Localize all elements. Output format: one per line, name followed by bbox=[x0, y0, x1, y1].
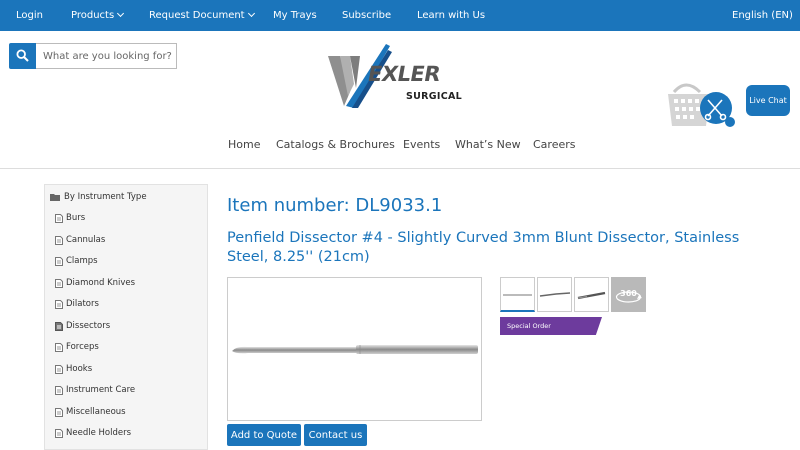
thumbnail-instrument-image bbox=[503, 294, 532, 296]
thumbnail-instrument-image bbox=[539, 292, 571, 297]
sidebar-item-instrument-care[interactable]: Instrument Care bbox=[45, 382, 209, 400]
top-bar: Login Products Request Document My Trays… bbox=[0, 0, 800, 31]
my-trays-link[interactable]: My Trays bbox=[273, 0, 317, 31]
sidebar-item-clamps[interactable]: Clamps bbox=[45, 253, 209, 271]
thumbnail-instrument-image bbox=[577, 291, 606, 300]
sidebar-item-dilators[interactable]: Dilators bbox=[45, 296, 209, 314]
sidebar-item-label: Diamond Knives bbox=[66, 277, 136, 288]
sidebar-header[interactable]: By Instrument Type bbox=[45, 185, 209, 209]
document-icon bbox=[55, 407, 63, 417]
thumbnail-360-view[interactable]: 360 bbox=[611, 277, 646, 312]
document-icon bbox=[55, 386, 63, 395]
product-title: Penfield Dissector #4 - Slightly Curved … bbox=[227, 230, 740, 265]
products-menu[interactable]: Products bbox=[71, 0, 125, 31]
document-icon bbox=[55, 278, 63, 288]
quote-cart[interactable] bbox=[666, 80, 736, 132]
main-nav: Home Catalogs & Brochures Events What’s … bbox=[0, 138, 800, 158]
thumbnail-1[interactable] bbox=[500, 277, 535, 312]
sidebar-header-label: By Instrument Type bbox=[64, 192, 147, 202]
category-sidebar: By Instrument Type Burs Cannulas Clamps … bbox=[44, 184, 208, 450]
document-icon bbox=[55, 257, 63, 266]
wexler-surgical-logo[interactable]: EXLER SURGICAL bbox=[326, 44, 468, 112]
sidebar-item-hooks[interactable]: Hooks bbox=[45, 361, 209, 379]
product-image[interactable] bbox=[227, 277, 482, 421]
sidebar-item-diamond-knives[interactable]: Diamond Knives bbox=[45, 275, 209, 293]
basket-icon bbox=[668, 83, 735, 127]
document-icon bbox=[55, 429, 63, 438]
special-order-badge: Special Order bbox=[500, 317, 602, 335]
document-icon bbox=[55, 214, 63, 223]
sidebar-item-label: Instrument Care bbox=[66, 385, 136, 395]
rotate-360-icon: 360 bbox=[615, 289, 642, 303]
nav-home[interactable]: Home bbox=[228, 138, 260, 151]
sidebar-item-miscellaneous[interactable]: Miscellaneous bbox=[45, 404, 209, 422]
request-document-label: Request Document bbox=[149, 10, 245, 21]
login-link[interactable]: Login bbox=[16, 0, 43, 31]
logo-subtitle: SURGICAL bbox=[406, 91, 462, 102]
thumbnail-3[interactable] bbox=[574, 277, 609, 312]
nav-careers[interactable]: Careers bbox=[533, 138, 576, 151]
language-selector[interactable]: English (EN) bbox=[732, 0, 793, 31]
document-icon bbox=[55, 235, 63, 245]
search-icon bbox=[16, 49, 29, 62]
products-label: Products bbox=[71, 10, 115, 21]
dissector-instrument-image bbox=[232, 345, 478, 354]
nav-catalogs-brochures[interactable]: Catalogs & Brochures bbox=[276, 138, 395, 151]
search-input[interactable] bbox=[36, 43, 177, 69]
document-icon bbox=[55, 300, 63, 309]
sidebar-item-label: Burs bbox=[66, 213, 86, 223]
sidebar-item-needle-holders[interactable]: Needle Holders bbox=[45, 425, 209, 443]
add-to-quote-button[interactable]: Add to Quote bbox=[227, 424, 301, 446]
sidebar-item-cannulas[interactable]: Cannulas bbox=[45, 232, 209, 250]
chevron-down-icon bbox=[117, 9, 125, 18]
folder-icon bbox=[50, 194, 60, 201]
sidebar-item-dissectors[interactable]: Dissectors bbox=[45, 318, 209, 336]
sidebar-item-burs[interactable]: Burs bbox=[45, 210, 209, 228]
logo-wordmark: EXLER bbox=[365, 62, 443, 86]
thumbnail-2[interactable] bbox=[537, 277, 572, 312]
sidebar-item-label: Dissectors bbox=[66, 320, 111, 331]
sidebar-item-forceps[interactable]: Forceps bbox=[45, 339, 209, 357]
request-document-menu[interactable]: Request Document bbox=[149, 0, 255, 31]
item-number: Item number: DL9033.1 bbox=[227, 195, 443, 216]
document-icon bbox=[55, 343, 63, 352]
sidebar-item-label: Clamps bbox=[66, 256, 98, 266]
nav-whats-new[interactable]: What’s New bbox=[455, 138, 521, 151]
learn-with-us-link[interactable]: Learn with Us bbox=[417, 0, 485, 31]
contact-us-button[interactable]: Contact us bbox=[304, 424, 367, 446]
header-divider bbox=[0, 168, 800, 169]
document-icon bbox=[55, 364, 63, 374]
subscribe-link[interactable]: Subscribe bbox=[342, 0, 391, 31]
sidebar-item-label: Dilators bbox=[66, 299, 99, 309]
sidebar-item-label: Needle Holders bbox=[66, 428, 132, 438]
sidebar-item-label: Forceps bbox=[66, 342, 99, 352]
search-button[interactable] bbox=[9, 43, 36, 69]
live-chat-button[interactable]: Live Chat bbox=[746, 85, 790, 116]
thumbnail-360-label: 360 bbox=[620, 289, 637, 298]
sidebar-item-label: Hooks bbox=[66, 363, 93, 374]
chevron-down-icon bbox=[247, 9, 255, 18]
sidebar-item-label: Miscellaneous bbox=[66, 406, 126, 417]
document-filled-icon bbox=[55, 321, 63, 331]
nav-events[interactable]: Events bbox=[403, 138, 440, 151]
sidebar-item-label: Cannulas bbox=[66, 234, 106, 245]
